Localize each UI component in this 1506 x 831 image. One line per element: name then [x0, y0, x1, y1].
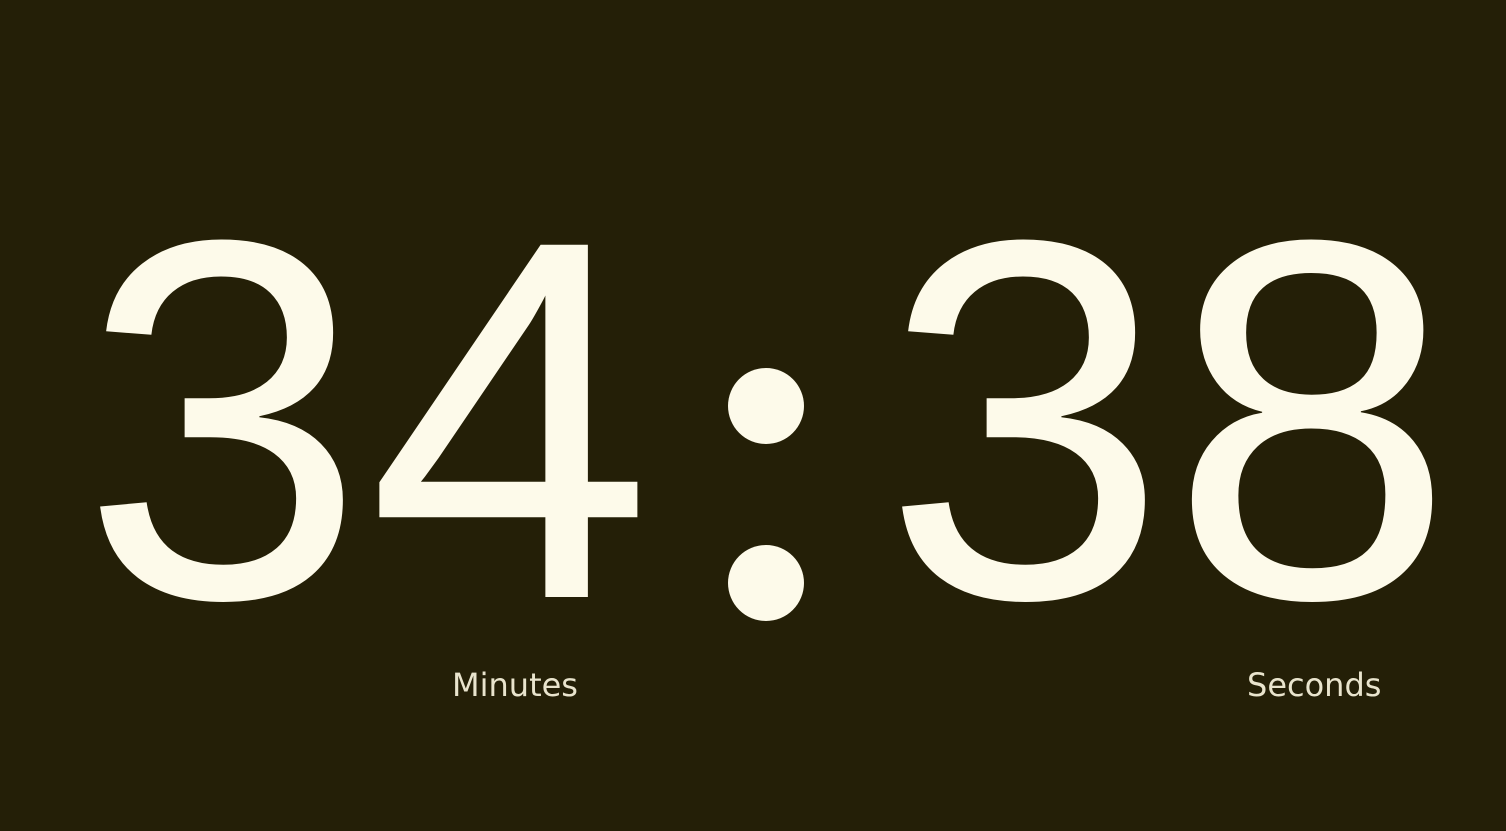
- seconds-label: Seconds: [1247, 666, 1382, 704]
- minutes-label: Minutes: [452, 666, 578, 704]
- seconds-tens-digit: 3: [882, 133, 1168, 706]
- seconds-ones-digit: 8: [1169, 133, 1455, 706]
- minutes-tens-digit: 3: [80, 133, 366, 706]
- minutes-ones-digit: 4: [367, 133, 653, 706]
- separator-dot-bottom: [728, 545, 804, 621]
- separator-dot-top: [728, 368, 804, 444]
- countdown-screen: 3 4 3 8 Minutes Seconds: [0, 0, 1506, 831]
